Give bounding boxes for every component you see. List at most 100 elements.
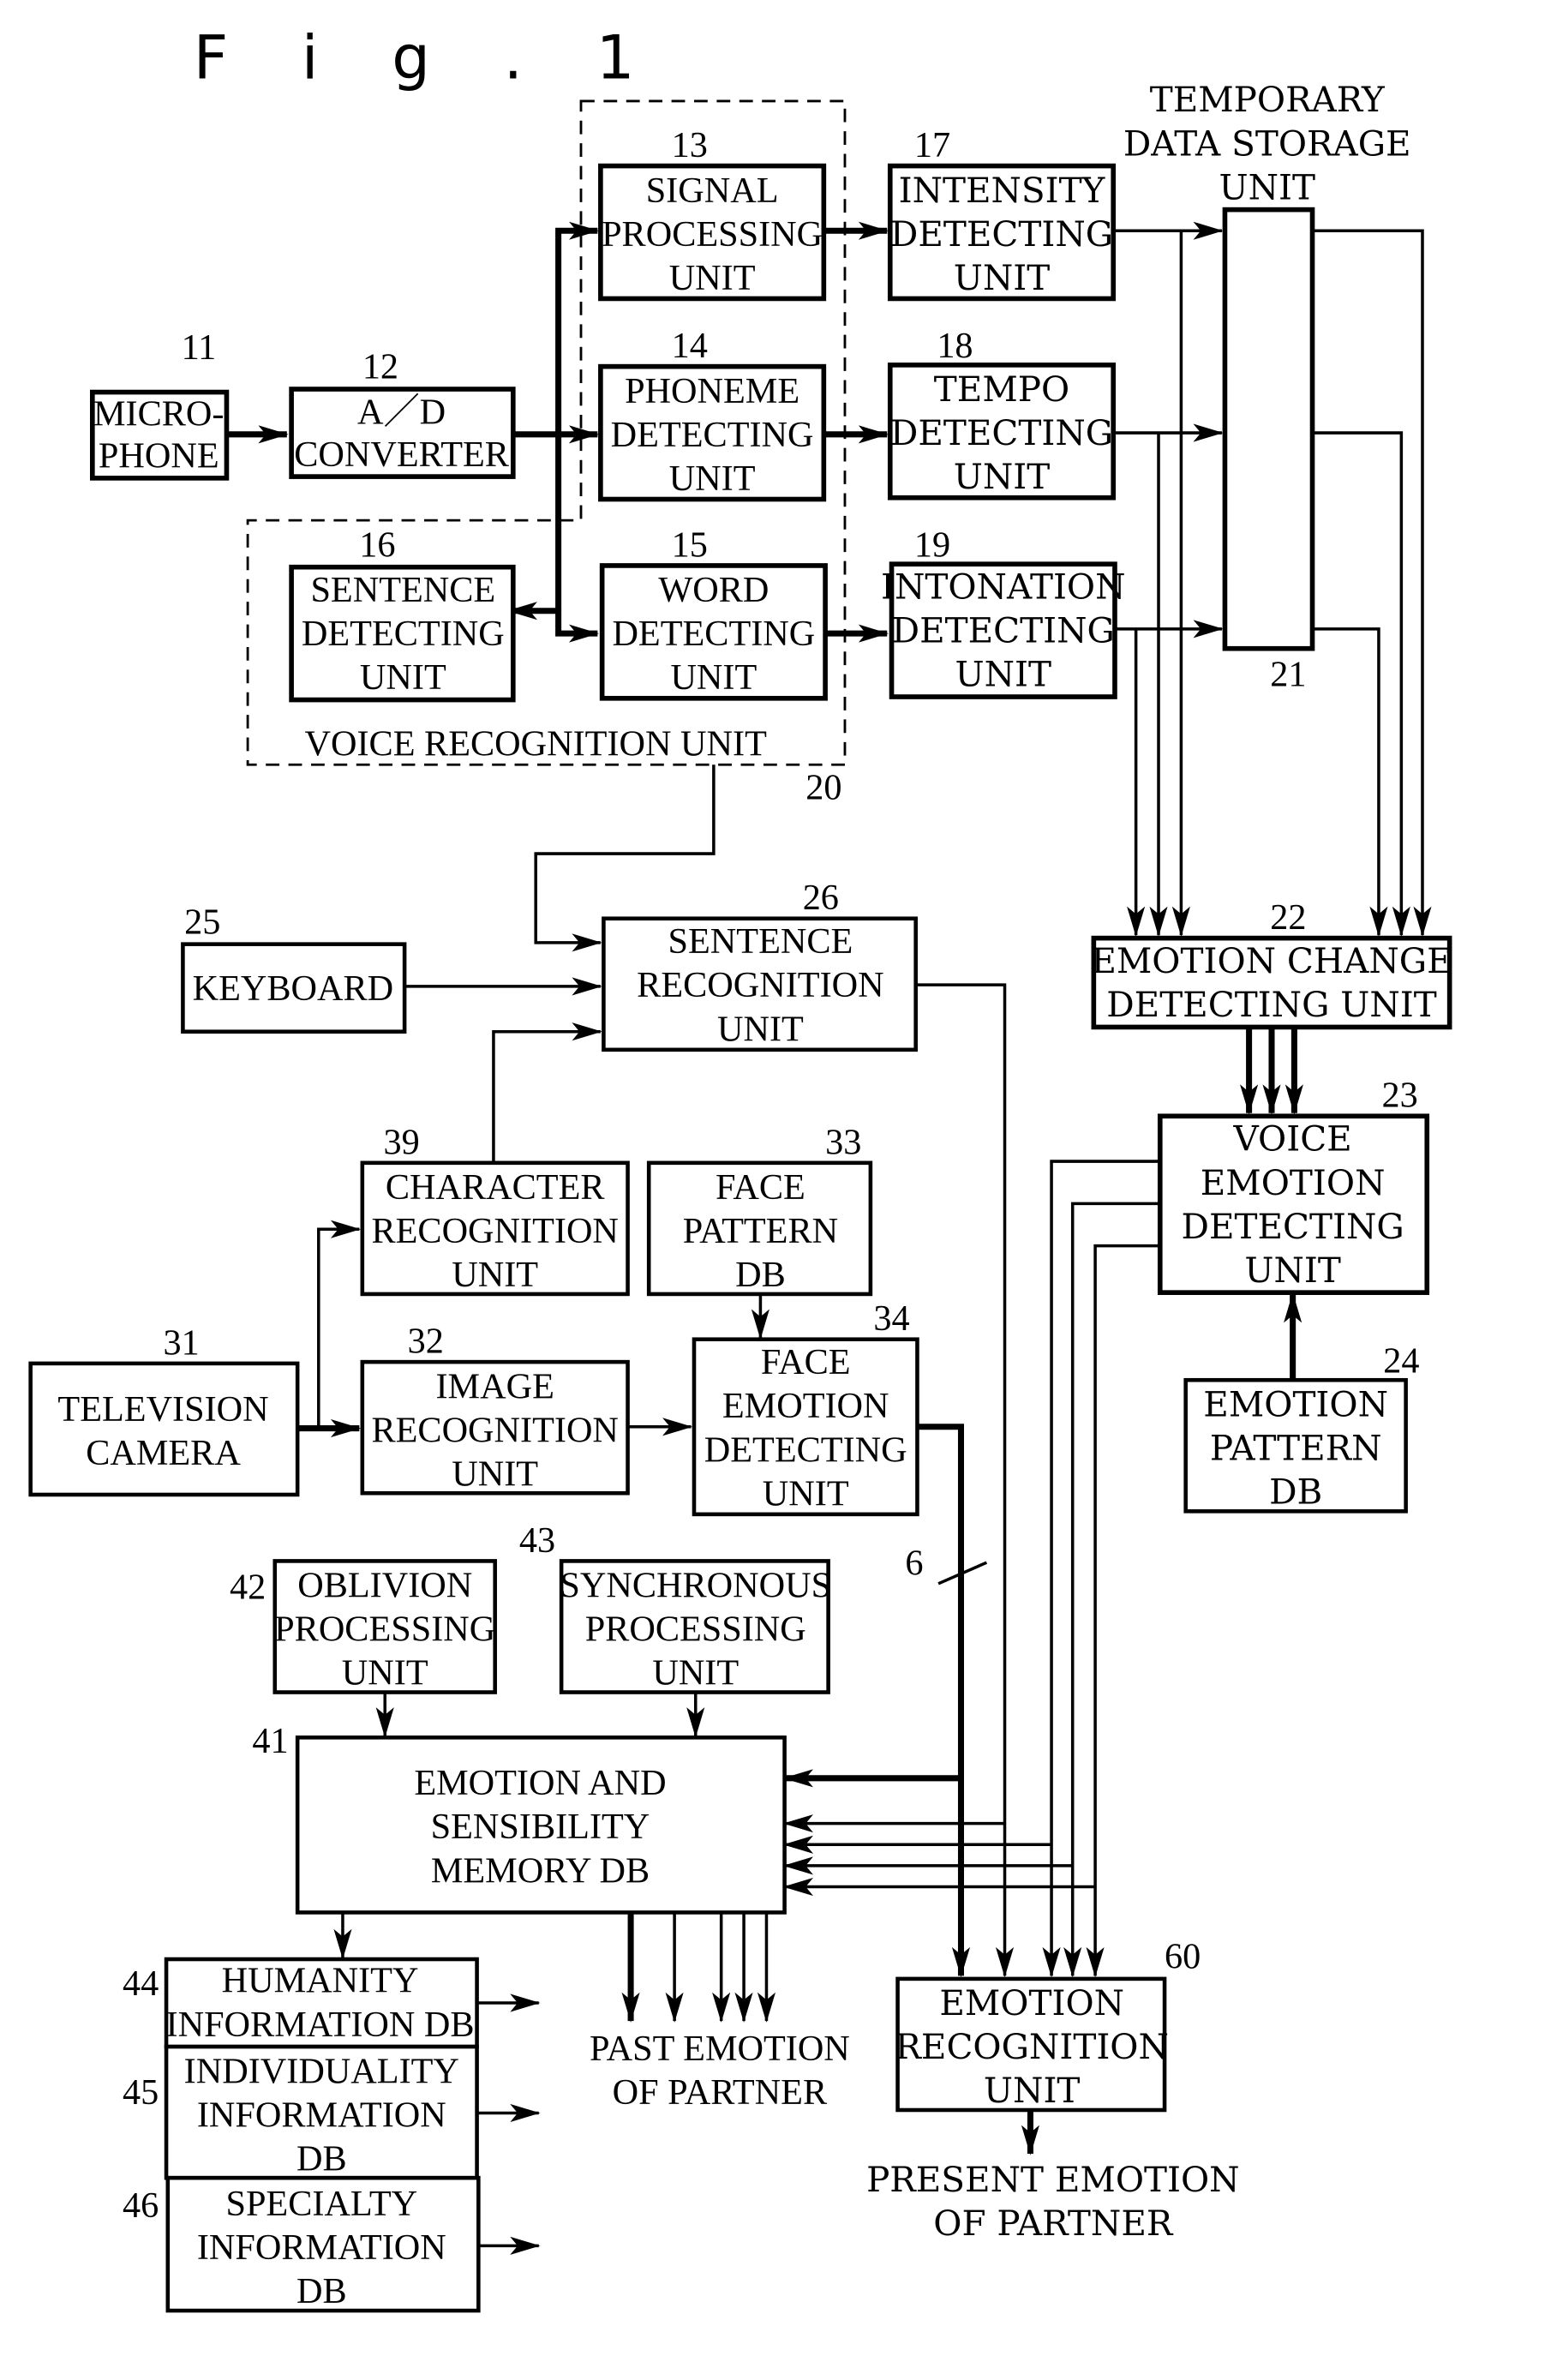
ref-33: 33 <box>825 1122 861 1162</box>
block-microphone: 11 MICRO- PHONE <box>90 327 230 481</box>
block-label: RECOGNITION <box>371 1410 618 1450</box>
ref-41: 41 <box>252 1721 288 1761</box>
block-label: CAMERA <box>86 1433 241 1473</box>
block-label: MICRO- <box>93 393 224 434</box>
ref-31: 31 <box>164 1322 200 1363</box>
ref-26: 26 <box>803 878 839 918</box>
block-label: DETECTING <box>892 610 1115 651</box>
ref-45: 45 <box>123 2072 159 2113</box>
block-label: INFORMATION <box>197 2095 446 2135</box>
conn-ad-word <box>555 434 600 643</box>
block-label: IMAGE <box>436 1366 554 1406</box>
block-label: MEMORY DB <box>431 1850 650 1891</box>
ref-12: 12 <box>362 347 398 387</box>
block-label: PATTERN <box>1210 1428 1382 1469</box>
block-oblivion-processing: 42 OBLIVION PROCESSING UNIT <box>230 1559 497 1694</box>
block-label: DETECTING <box>1182 1206 1404 1247</box>
block-humanity-db: 44 HUMANITY INFORMATION DB <box>123 1957 479 2049</box>
block-label: TEMPORARY <box>1150 79 1386 120</box>
block-label: FACE <box>761 1342 851 1382</box>
block-label: FACE <box>716 1167 805 1208</box>
block-label: INFORMATION <box>197 2227 446 2268</box>
voice-recognition-label: VOICE RECOGNITION UNIT <box>305 724 768 764</box>
block-face-pattern-db: 33 FACE PATTERN DB <box>646 1122 873 1297</box>
patent-figure: F i g . 1 VOICE RECOGNITION UNIT 20 6 11… <box>28 23 1452 2313</box>
conn-face-emotionrec <box>919 1424 971 1978</box>
block-label: UNIT <box>717 1009 804 1049</box>
block-label: PROCESSING <box>585 1610 806 1650</box>
block-label: UNIT <box>360 657 446 698</box>
block-label: UNIT <box>652 1653 739 1694</box>
ref-20: 20 <box>805 768 841 808</box>
block-ad-converter: 12 A／D CONVERTER <box>289 347 516 479</box>
ref-22: 22 <box>1270 897 1306 938</box>
block-label: INTENSITY <box>899 170 1106 211</box>
block-label: DB <box>735 1255 786 1295</box>
block-word-detecting: 15 WORD DETECTING UNIT <box>599 525 828 701</box>
block-label: EMOTION <box>1201 1162 1386 1203</box>
block-signal-processing: 13 SIGNAL PROCESSING UNIT <box>598 125 827 302</box>
block-label: DB <box>1269 1472 1322 1513</box>
bus-width-label: 6 <box>905 1543 923 1583</box>
block-label: SENSIBILITY <box>431 1807 650 1847</box>
conn-voice-emotionrec-3 <box>1086 1244 1159 1978</box>
ref-44: 44 <box>123 1963 159 2004</box>
block-emotion-change: 22 EMOTION CHANGE DETECTING UNIT <box>1091 897 1452 1030</box>
ref-24: 24 <box>1383 1340 1419 1381</box>
ref-11: 11 <box>182 327 217 368</box>
ref-42: 42 <box>230 1567 266 1607</box>
block-face-emotion: 34 FACE EMOTION DETECTING UNIT <box>692 1298 919 1517</box>
block-label: DETECTING <box>611 415 814 455</box>
block-label: DETECTING <box>612 614 815 654</box>
block-label: DB <box>296 2271 347 2311</box>
block-memory-db: 41 EMOTION AND SENSIBILITY MEMORY DB <box>252 1721 787 1915</box>
block-synchronous-processing: 43 SYNCHRONOUS PROCESSING UNIT <box>519 1520 831 1694</box>
conn-storage-change-2 <box>1312 431 1410 937</box>
block-label: CHARACTER <box>386 1167 606 1208</box>
block-label: EMOTION CHANGE <box>1091 940 1452 981</box>
block-label: INDIVIDUALITY <box>184 2051 459 2091</box>
block-label: HUMANITY <box>222 1961 419 2001</box>
ref-60: 60 <box>1165 1937 1201 1977</box>
conn-character-sentence <box>492 1022 602 1162</box>
past-emotion-label: PAST EMOTION <box>590 2029 850 2069</box>
block-label: UNIT <box>670 657 757 698</box>
block-label: RECOGNITION <box>637 965 883 1005</box>
block-label: PATTERN <box>683 1211 838 1251</box>
block-temporary-storage: TEMPORARY DATA STORAGE UNIT 21 <box>1123 79 1411 694</box>
block-label: CONVERTER <box>294 435 510 475</box>
ref-32: 32 <box>408 1322 444 1362</box>
ref-21: 21 <box>1270 655 1306 695</box>
block-label: SENTENCE <box>310 570 495 610</box>
ref-14: 14 <box>672 326 708 366</box>
block-label: TEMPO <box>934 369 1069 410</box>
ref-18: 18 <box>937 326 973 366</box>
block-television-camera: 31 TELEVISION CAMERA <box>28 1322 300 1497</box>
present-emotion-label-2: OF PARTNER <box>933 2203 1174 2244</box>
block-label: UNIT <box>763 1473 849 1514</box>
block-label: UNIT <box>342 1653 428 1694</box>
conn-voicerec-sentence <box>534 764 716 952</box>
block-label: DETECTING <box>890 213 1113 255</box>
block-label: PROCESSING <box>602 214 823 255</box>
block-label: UNIT <box>955 654 1052 695</box>
block-label: TELEVISION <box>57 1389 268 1430</box>
ref-46: 46 <box>123 2185 159 2226</box>
block-label: PROCESSING <box>274 1610 495 1650</box>
block-label: VOICE <box>1233 1118 1352 1160</box>
conn-ad-signal <box>555 221 600 435</box>
block-specialty-db: 46 SPECIALTY INFORMATION DB <box>123 2175 481 2313</box>
block-label: UNIT <box>669 459 756 499</box>
block-label: RECOGNITION <box>371 1211 618 1251</box>
block-emotion-pattern-db: 24 EMOTION PATTERN DB <box>1183 1340 1419 1514</box>
block-label: RECOGNITION <box>895 2026 1168 2067</box>
block-label: PHONE <box>99 436 219 477</box>
block-label: DB <box>296 2138 347 2179</box>
block-keyboard: 25 KEYBOARD <box>181 902 407 1034</box>
ref-25: 25 <box>184 902 220 942</box>
block-label: UNIT <box>954 257 1051 298</box>
conn-camera-character <box>317 1220 362 1429</box>
block-label: EMOTION <box>1203 1383 1388 1424</box>
ref-13: 13 <box>672 125 708 165</box>
block-label: DETECTING <box>890 412 1113 453</box>
